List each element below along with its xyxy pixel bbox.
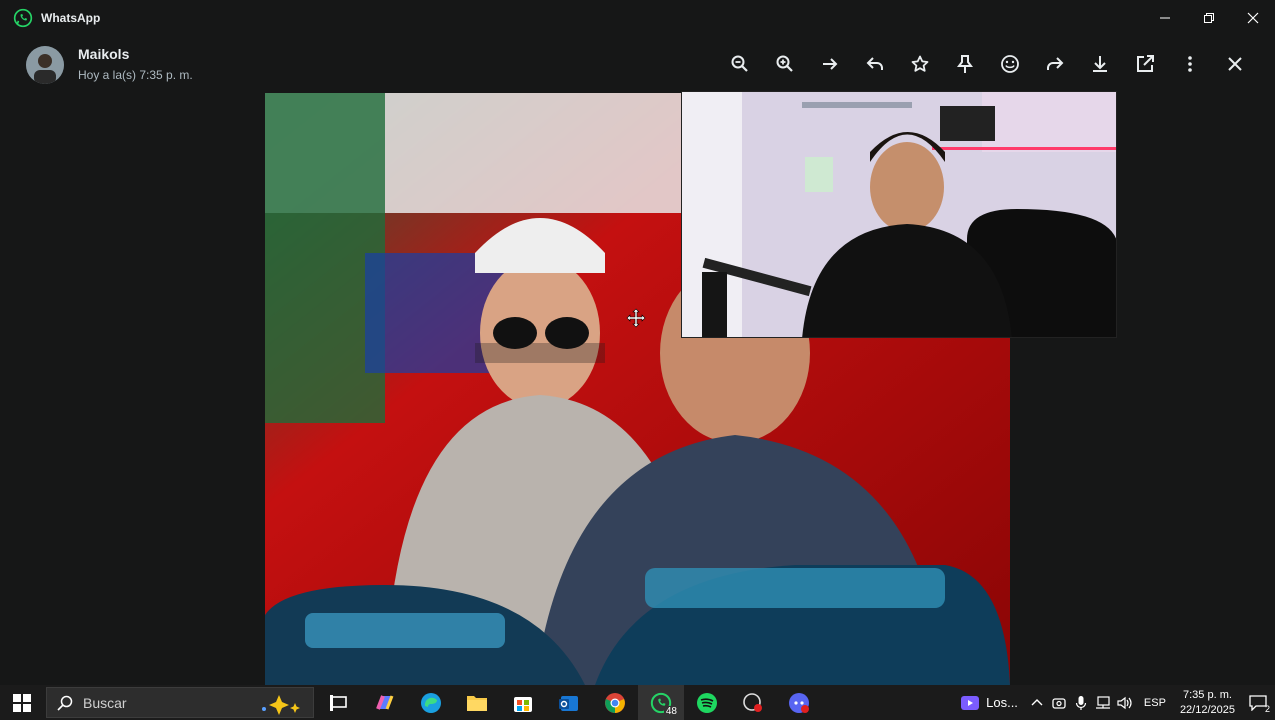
notification-count: 2 bbox=[1264, 704, 1270, 714]
more-options-button[interactable] bbox=[1167, 46, 1212, 82]
download-button[interactable] bbox=[1077, 46, 1122, 82]
reply-button[interactable] bbox=[852, 46, 897, 82]
react-button[interactable] bbox=[987, 46, 1032, 82]
unread-badge: 48 bbox=[663, 706, 679, 717]
restore-icon bbox=[1204, 13, 1214, 23]
recorder-app[interactable] bbox=[730, 685, 776, 720]
store-icon bbox=[514, 696, 532, 712]
spotify-app[interactable] bbox=[684, 685, 730, 720]
volume-icon bbox=[1117, 696, 1132, 709]
whatsapp-app[interactable]: 48 bbox=[638, 685, 684, 720]
taskbar: Buscar 48 Los... ESP 7:35 p. m. 22/12/20… bbox=[0, 685, 1275, 720]
taskbar-search[interactable]: Buscar bbox=[46, 687, 314, 718]
camera-icon bbox=[1052, 697, 1066, 709]
microphone-icon bbox=[1075, 695, 1087, 710]
media-player-icon bbox=[961, 695, 980, 710]
file-explorer-app[interactable] bbox=[454, 685, 500, 720]
whatsapp-logo-icon bbox=[13, 8, 33, 28]
edge-app[interactable] bbox=[408, 685, 454, 720]
close-icon bbox=[1227, 57, 1242, 71]
task-view-button[interactable] bbox=[316, 685, 362, 720]
microphone-tray-button[interactable] bbox=[1070, 685, 1092, 720]
star-icon bbox=[911, 55, 928, 72]
more-vertical-icon bbox=[1187, 56, 1192, 72]
avatar[interactable] bbox=[26, 46, 64, 84]
taskbar-apps: 48 bbox=[316, 685, 822, 720]
open-external-button[interactable] bbox=[1122, 46, 1167, 82]
start-button[interactable] bbox=[0, 685, 44, 720]
notification-center-button[interactable]: 2 bbox=[1241, 685, 1275, 720]
clock[interactable]: 7:35 p. m. 22/12/2025 bbox=[1180, 688, 1235, 718]
search-icon bbox=[57, 695, 73, 711]
zoom-out-icon bbox=[731, 55, 748, 72]
window-controls bbox=[1143, 0, 1275, 36]
outlook-app[interactable] bbox=[546, 685, 592, 720]
external-link-icon bbox=[1136, 55, 1154, 72]
zoom-in-icon bbox=[776, 55, 793, 72]
record-icon bbox=[743, 692, 762, 712]
copilot-app[interactable] bbox=[362, 685, 408, 720]
chrome-icon bbox=[605, 692, 625, 713]
next-button[interactable] bbox=[807, 46, 852, 82]
copilot-sparkle-icon bbox=[262, 695, 300, 715]
mail-icon bbox=[559, 695, 578, 711]
spotify-icon bbox=[697, 692, 717, 713]
arrow-right-icon bbox=[822, 58, 837, 70]
forward-button[interactable] bbox=[1032, 46, 1077, 82]
minimize-button[interactable] bbox=[1143, 0, 1187, 36]
webcam-overlay bbox=[681, 91, 1117, 338]
camera-tray-button[interactable] bbox=[1048, 685, 1070, 720]
zoom-out-button[interactable] bbox=[717, 46, 762, 82]
media-widget[interactable]: Los... bbox=[960, 695, 1018, 711]
windows-logo-icon bbox=[13, 693, 31, 712]
task-view-icon bbox=[330, 694, 347, 711]
clock-date: 22/12/2025 bbox=[1179, 703, 1235, 716]
input-language[interactable]: ESP bbox=[1144, 697, 1166, 709]
edge-icon bbox=[421, 692, 441, 713]
network-icon bbox=[1095, 695, 1110, 709]
clock-time: 7:35 p. m. bbox=[1183, 688, 1232, 701]
media-title: Los... bbox=[986, 695, 1018, 710]
show-hidden-icons-button[interactable] bbox=[1026, 685, 1048, 720]
reply-icon bbox=[866, 57, 883, 70]
app-title: WhatsApp bbox=[41, 11, 101, 25]
close-window-button[interactable] bbox=[1231, 0, 1275, 36]
pin-icon bbox=[956, 55, 973, 73]
viewer-toolbar bbox=[717, 46, 1257, 82]
search-placeholder: Buscar bbox=[83, 694, 127, 711]
copilot-icon bbox=[376, 694, 394, 710]
media-viewer-header: Maikols Hoy a la(s) 7:35 p. m. bbox=[0, 36, 1275, 92]
chrome-app[interactable] bbox=[592, 685, 638, 720]
webcam-feed-image bbox=[682, 92, 1116, 337]
close-viewer-button[interactable] bbox=[1212, 46, 1257, 82]
discord-icon bbox=[789, 692, 809, 713]
message-timestamp: Hoy a la(s) 7:35 p. m. bbox=[78, 68, 193, 82]
pin-button[interactable] bbox=[942, 46, 987, 82]
avatar-image bbox=[26, 46, 64, 84]
star-button[interactable] bbox=[897, 46, 942, 82]
close-icon bbox=[1247, 12, 1259, 24]
zoom-in-button[interactable] bbox=[762, 46, 807, 82]
network-tray-button[interactable] bbox=[1092, 685, 1114, 720]
discord-app[interactable] bbox=[776, 685, 822, 720]
emoji-icon bbox=[1000, 55, 1019, 73]
microsoft-store-app[interactable] bbox=[500, 685, 546, 720]
title-bar: WhatsApp bbox=[0, 0, 1275, 36]
volume-tray-button[interactable] bbox=[1114, 685, 1136, 720]
move-cursor-icon bbox=[626, 308, 646, 328]
restore-button[interactable] bbox=[1187, 0, 1231, 36]
contact-name[interactable]: Maikols bbox=[78, 46, 129, 62]
forward-icon bbox=[1046, 57, 1063, 70]
chevron-up-icon bbox=[1031, 698, 1043, 705]
folder-icon bbox=[467, 695, 487, 711]
system-tray: Los... ESP 7:35 p. m. 22/12/2025 2 bbox=[960, 685, 1275, 720]
minimize-icon bbox=[1160, 17, 1170, 19]
download-icon bbox=[1092, 56, 1107, 72]
